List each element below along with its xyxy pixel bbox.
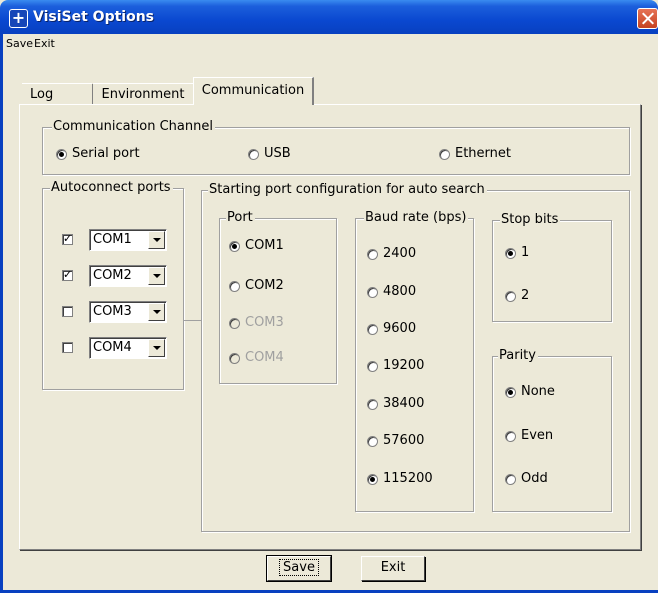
chevron-down-icon[interactable] [148, 339, 165, 357]
baud-radio-4800[interactable] [367, 287, 378, 298]
parity-radio-even[interactable] [505, 431, 516, 442]
tab-log[interactable]: Log [22, 83, 92, 104]
baud-radio-label: 9600 [383, 321, 417, 336]
save-button-label: Save [279, 559, 319, 576]
close-button[interactable] [637, 8, 658, 29]
autoconnect-port-select-1[interactable]: COM1 [89, 229, 167, 251]
parity-radio-label: Odd [521, 471, 548, 486]
baud-radio-2400[interactable] [367, 249, 378, 260]
stop-bits-radio-1[interactable] [505, 248, 516, 259]
baud-radio-57600[interactable] [367, 436, 378, 447]
app-icon: + [9, 9, 28, 28]
baud-rate-label: Baud rate (bps) [364, 210, 469, 225]
autoconnect-checkbox-2[interactable] [62, 268, 73, 281]
channel-radio-label: USB [264, 146, 291, 161]
save-button[interactable]: Save [266, 555, 332, 582]
select-value: COM4 [93, 340, 132, 355]
autoconnect-ports-label: Autoconnect ports [50, 180, 173, 195]
port-label: Port [226, 210, 255, 225]
chevron-down-icon[interactable] [148, 231, 165, 249]
baud-radio-label: 19200 [383, 358, 425, 373]
port-radio-label: COM1 [245, 238, 284, 253]
baud-radio-label: 38400 [383, 396, 425, 411]
starting-config-label: Starting port configuration for auto sea… [208, 182, 487, 197]
port-radio-label: COM2 [245, 278, 284, 293]
channel-radio-ethernet[interactable] [439, 149, 450, 160]
autoconnect-port-select-3[interactable]: COM3 [89, 301, 167, 323]
baud-radio-38400[interactable] [367, 399, 378, 410]
channel-radio-label: Serial port [72, 146, 140, 161]
baud-radio-label: 4800 [383, 284, 417, 299]
menu-exit[interactable]: Exit [34, 37, 55, 50]
baud-radio-label: 115200 [383, 471, 433, 486]
parity-radio-none[interactable] [505, 387, 516, 398]
stop-bits-radio-label: 2 [521, 288, 530, 303]
channel-radio-label: Ethernet [455, 146, 511, 161]
select-value: COM3 [93, 304, 132, 319]
exit-button[interactable]: Exit [361, 556, 425, 581]
select-value: COM1 [93, 232, 132, 247]
baud-radio-19200[interactable] [367, 361, 378, 372]
stop-bits-radio-2[interactable] [505, 291, 516, 302]
parity-radio-label: None [521, 384, 555, 399]
port-radio-com2[interactable] [229, 281, 240, 292]
channel-radio-usb[interactable] [248, 149, 259, 160]
autoconnect-port-select-2[interactable]: COM2 [89, 265, 167, 287]
parity-label: Parity [498, 348, 538, 363]
port-radio-com4 [229, 353, 240, 364]
parity-radio-odd[interactable] [505, 474, 516, 485]
chevron-down-icon[interactable] [148, 267, 165, 285]
stop-bits-label: Stop bits [500, 212, 561, 227]
baud-radio-label: 57600 [383, 433, 425, 448]
port-radio-com3 [229, 318, 240, 329]
stop-bits-radio-label: 1 [521, 245, 530, 260]
window-border-left [0, 34, 3, 593]
parity-radio-label: Even [521, 428, 554, 443]
stop-bits-group [492, 220, 612, 322]
autoconnect-checkbox-3[interactable] [62, 306, 73, 317]
autoconnect-checkbox-1[interactable] [62, 232, 73, 245]
menu-save[interactable]: Save [6, 37, 33, 50]
baud-radio-label: 2400 [383, 246, 417, 261]
channel-radio-serial-port[interactable] [56, 149, 67, 160]
tab-communication[interactable]: Communication [193, 77, 314, 105]
baud-radio-115200[interactable] [367, 474, 378, 485]
chevron-down-icon[interactable] [148, 303, 165, 321]
autoconnect-ports-group [42, 188, 184, 390]
port-radio-label: COM3 [245, 315, 284, 330]
tab-environment[interactable]: Environment [93, 83, 193, 105]
connector-line [183, 320, 201, 321]
port-radio-com1[interactable] [229, 241, 240, 252]
communication-channel-label: Communication Channel [52, 119, 215, 134]
baud-radio-9600[interactable] [367, 324, 378, 335]
port-radio-label: COM4 [245, 350, 284, 365]
window-title: VisiSet Options [33, 9, 154, 25]
autoconnect-port-select-4[interactable]: COM4 [89, 337, 167, 359]
autoconnect-checkbox-4[interactable] [62, 342, 73, 353]
select-value: COM2 [93, 268, 132, 283]
